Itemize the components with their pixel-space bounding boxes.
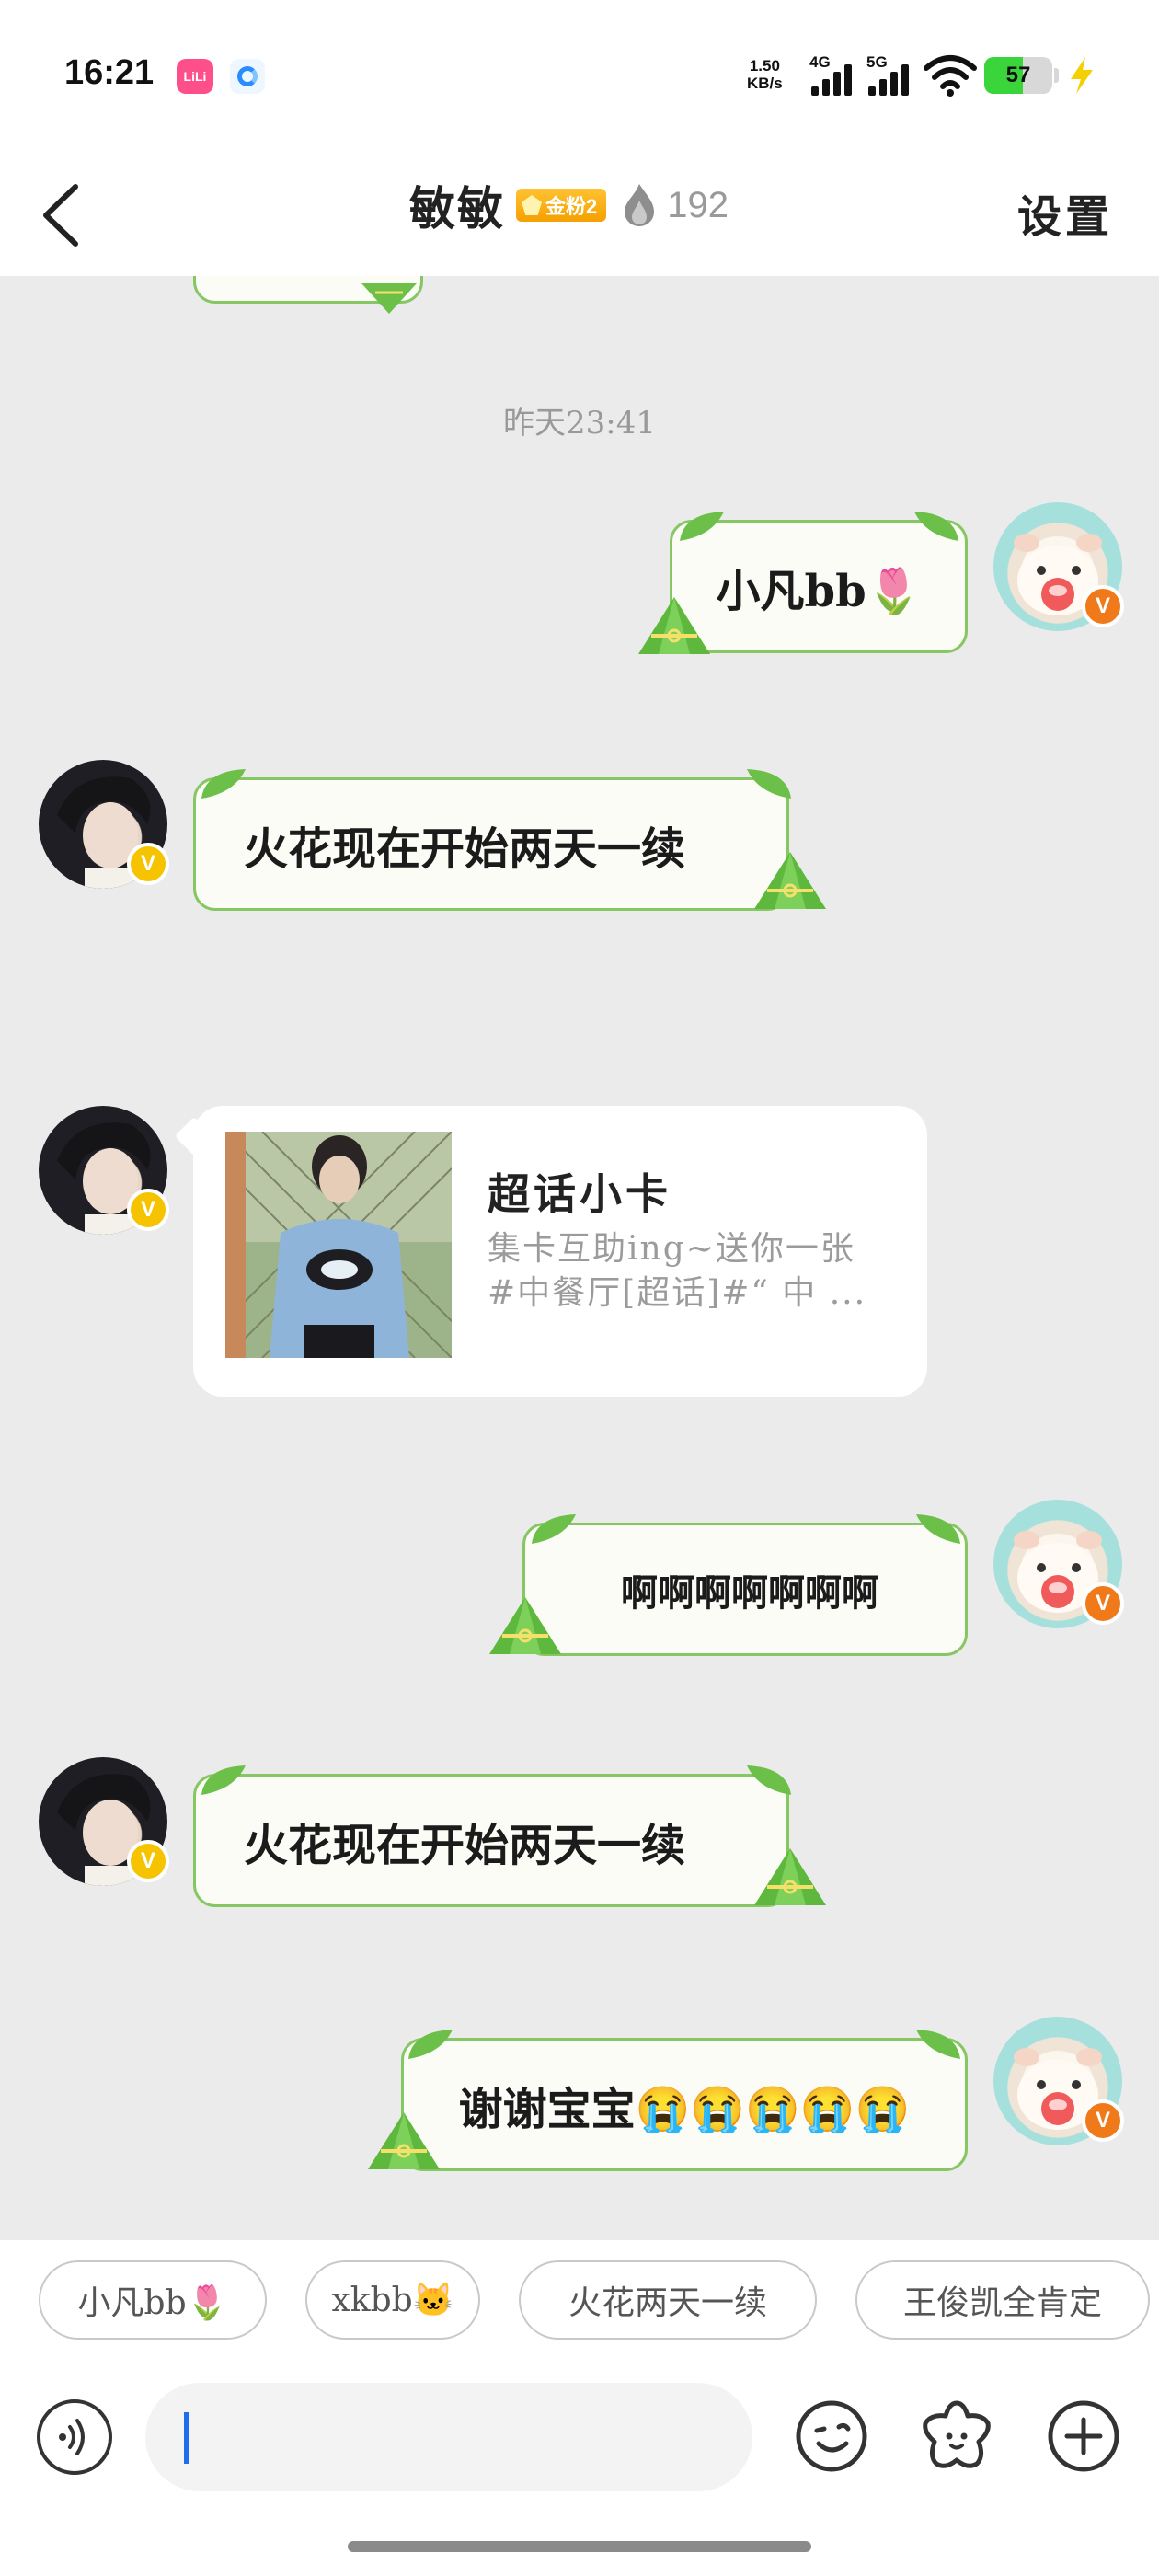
leaf-icon [747,769,791,799]
leaf-icon [916,1514,960,1544]
signal-5g-icon: 5G [866,53,922,99]
status-time: 16:21 [64,53,155,92]
plus-icon [1048,2400,1119,2472]
leaf-icon [201,769,246,799]
message-text: 啊啊啊啊啊啊啊 [621,1570,878,1615]
verified-badge: V [1082,1582,1124,1625]
fan-level-badge: 金粉2 [516,189,607,222]
network-speed-unit: KB/s [747,75,783,92]
voice-icon [59,2419,85,2455]
leaf-icon [914,512,958,541]
gem-icon [522,195,542,215]
text-cursor [184,2412,189,2464]
card-title: 超话小卡 [488,1169,671,1219]
signal-4g-label: 4G [809,53,831,71]
contact-avatar[interactable]: V [39,1106,169,1235]
quick-reply-chip[interactable]: 小凡bb🌷 [39,2260,267,2340]
my-avatar[interactable]: V [993,502,1124,631]
settings-button[interactable]: 设置 [1017,180,1113,245]
zongzi-icon [754,1848,826,1905]
card-description: 集卡互助ing~送你一张 #中餐厅[超话]#“ 中 ... [488,1227,901,1316]
leaf-icon [408,2030,453,2059]
input-bar [0,2355,1159,2576]
sticker-button[interactable] [918,2398,995,2475]
leaf-icon [916,2030,960,2059]
card-description-line: #中餐厅[超话]#“ 中 ... [488,1274,867,1312]
fire-count: 192 [667,184,729,225]
message-bubble-outgoing[interactable]: 啊啊啊啊啊啊啊 [522,1523,968,1656]
card-thumbnail [225,1132,452,1358]
sticker-icon [923,2400,991,2468]
my-avatar[interactable]: V [993,1500,1124,1628]
emoji-icon [796,2400,867,2472]
message-text: 火花现在开始两天一续 [244,1819,686,1871]
home-indicator[interactable] [348,2541,811,2552]
zongzi-icon [638,597,710,654]
message-bubble-partial[interactable] [193,276,423,314]
plus-button[interactable] [1045,2398,1122,2475]
chat-title-group[interactable]: 敏敏 金粉2 192 [409,173,729,237]
verified-badge: V [1082,585,1124,627]
leaf-icon [532,1514,576,1544]
fan-badge-label: 金粉2 [545,195,598,218]
quick-reply-chip[interactable]: 王俊凯全肯定 [855,2260,1150,2340]
message-bubble-incoming[interactable]: 火花现在开始两天一续 [193,777,789,911]
quick-reply-chip[interactable]: xkbb🐱 [305,2260,480,2340]
app-notification-icon: LiLi [177,59,213,94]
verified-badge: V [1082,2099,1124,2142]
battery-tip [1054,68,1059,83]
verified-badge: V [127,1840,169,1882]
signal-5g-label: 5G [866,53,888,71]
network-speed: 1.50 KB/s [747,57,783,92]
zongzi-icon [361,283,417,314]
battery-level: 57 [1005,63,1031,87]
quick-reply-chip[interactable]: 火花两天一续 [519,2260,817,2340]
battery-icon: 57 [984,57,1052,94]
zongzi-icon [368,2112,440,2169]
verified-badge: V [127,843,169,885]
zongzi-icon [754,852,826,909]
zongzi-icon [489,1597,561,1654]
chat-messages[interactable]: 昨天23:41 小凡bb🌷 V V 火花现在开始两天一续 V 超话小卡 集卡互助… [0,276,1159,2240]
message-text: 小凡bb🌷 [716,565,922,617]
flame-icon [625,184,655,226]
back-arrow-icon [43,184,78,247]
message-bubble-outgoing[interactable]: 谢谢宝宝😭😭😭😭😭 [401,2038,968,2171]
message-bubble-incoming[interactable]: 火花现在开始两天一续 [193,1774,789,1907]
voice-button[interactable] [37,2399,112,2475]
card-description-line: 集卡互助ing~送你一张 [488,1230,855,1268]
message-text: 谢谢宝宝😭😭😭😭😭 [458,2083,911,2135]
signal-4g-icon: 4G [809,53,865,99]
wifi-icon [924,55,977,97]
charging-icon [1071,57,1093,94]
quick-reply-bar: 小凡bb🌷 xkbb🐱 火花两天一续 王俊凯全肯定 [0,2240,1159,2355]
message-input[interactable] [145,2383,752,2491]
browser-icon [230,59,265,94]
card-photo-image [225,1132,452,1358]
contact-avatar[interactable]: V [39,1757,169,1886]
emoji-button[interactable] [793,2398,870,2475]
message-timestamp: 昨天23:41 [503,405,656,442]
my-avatar[interactable]: V [993,2017,1124,2145]
supertopic-card[interactable]: 超话小卡 集卡互助ing~送你一张 #中餐厅[超话]#“ 中 ... [193,1106,927,1397]
back-button[interactable] [40,178,96,252]
network-speed-value: 1.50 [749,57,780,75]
message-text: 火花现在开始两天一续 [244,822,686,875]
leaf-icon [680,512,724,541]
contact-avatar[interactable]: V [39,760,169,889]
leaf-icon [201,1765,246,1795]
leaf-icon [747,1765,791,1795]
page-title: 敏敏 [409,181,505,236]
status-bar: 16:21 LiLi 1.50 KB/s 4G 5G 57 [0,0,1159,147]
verified-badge: V [127,1189,169,1231]
chat-header: 敏敏 金粉2 192 设置 [0,147,1159,276]
